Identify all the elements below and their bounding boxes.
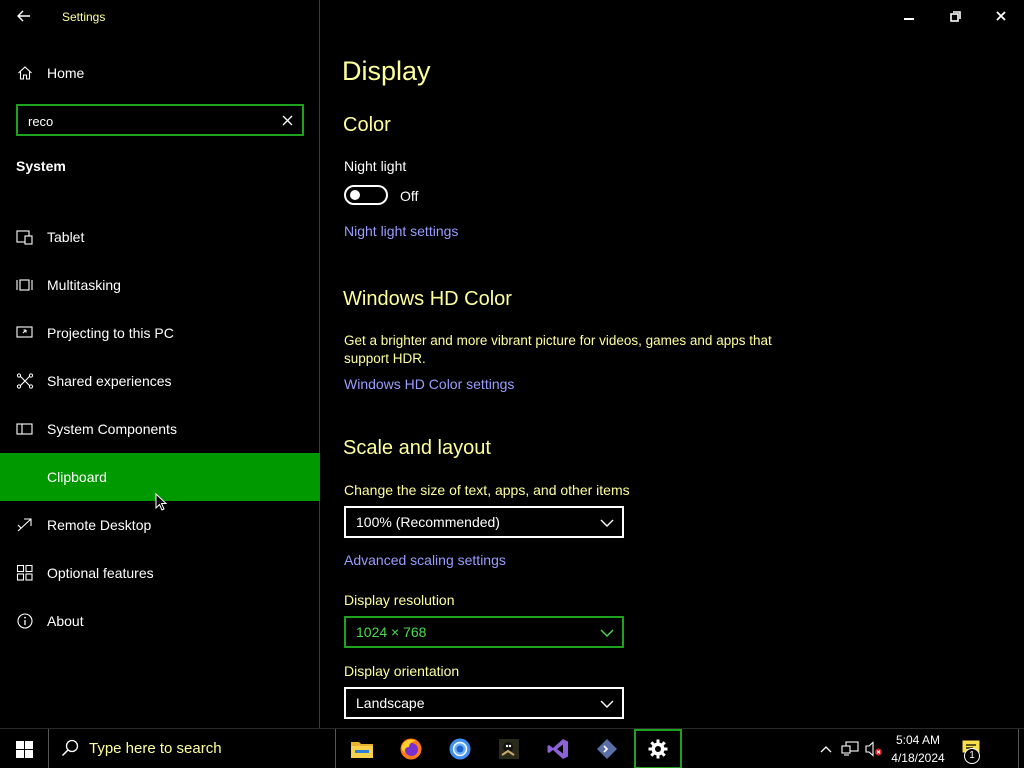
taskbar-app-chrome[interactable] [436, 729, 484, 768]
tablet-icon [16, 228, 34, 246]
scale-size-label: Change the size of text, apps, and other… [344, 482, 630, 498]
network-tray-button[interactable] [838, 729, 862, 768]
taskbar-app-dev-tool[interactable] [583, 729, 631, 768]
sidebar-item-label: Clipboard [47, 469, 107, 485]
color-heading: Color [343, 114, 391, 136]
sidebar-item-multitasking[interactable]: Multitasking [0, 261, 320, 309]
resolution-label: Display resolution [344, 592, 455, 608]
resolution-dropdown[interactable]: 1024 × 768 [344, 616, 624, 648]
taskbar-app-game[interactable] [485, 729, 533, 768]
sidebar-item-optional-features[interactable]: Optional features [0, 549, 320, 597]
sidebar: Settings Home System Tablet Multitasking… [0, 0, 320, 728]
sidebar-item-label: Shared experiences [47, 373, 172, 389]
info-icon [16, 612, 34, 630]
network-icon [841, 741, 859, 756]
search-input[interactable] [28, 111, 268, 131]
shared-experiences-icon [16, 372, 34, 390]
sidebar-item-projecting[interactable]: Projecting to this PC [0, 309, 320, 357]
hd-color-description-line1: Get a brighter and more vibrant picture … [344, 333, 772, 348]
hd-color-description-line2: support HDR. [344, 351, 426, 366]
projecting-icon [16, 324, 34, 342]
taskbar: Type here to search 5:04 AM 4/18/2024 1 [0, 728, 1024, 768]
night-light-state: Off [400, 188, 419, 204]
app-title: Settings [62, 10, 106, 24]
hd-color-heading: Windows HD Color [343, 288, 512, 310]
clear-search-button[interactable] [278, 111, 296, 129]
orientation-dropdown[interactable]: Landscape [344, 687, 624, 719]
sidebar-item-label: Optional features [47, 565, 154, 581]
chrome-icon [449, 738, 471, 760]
home-icon [16, 64, 34, 82]
chevron-down-icon [600, 700, 614, 708]
taskbar-clock[interactable]: 5:04 AM 4/18/2024 [888, 732, 948, 767]
scale-dropdown[interactable]: 100% (Recommended) [344, 506, 624, 538]
file-explorer-icon [351, 742, 373, 758]
night-light-settings-link[interactable]: Night light settings [344, 223, 458, 239]
sidebar-item-label: Remote Desktop [47, 517, 152, 533]
sidebar-item-label: Multitasking [47, 277, 121, 293]
show-hidden-icons-button[interactable] [815, 729, 837, 768]
notification-count-badge: 1 [964, 748, 980, 764]
taskbar-search-placeholder: Type here to search [89, 740, 222, 757]
mouse-cursor-icon [155, 493, 167, 511]
orientation-dropdown-value: Landscape [356, 695, 425, 711]
sidebar-item-tablet[interactable]: Tablet [0, 213, 320, 261]
sidebar-item-about[interactable]: About [0, 597, 320, 645]
section-label: System [16, 158, 66, 174]
settings-gear-icon [648, 739, 668, 759]
game-app-icon [499, 739, 519, 759]
scale-heading: Scale and layout [343, 437, 491, 459]
volume-tray-button[interactable] [862, 729, 886, 768]
sidebar-item-label: Projecting to this PC [47, 325, 174, 341]
show-desktop-button[interactable] [1018, 729, 1024, 768]
page-title: Display [342, 56, 431, 86]
multitasking-icon [16, 276, 34, 294]
chevron-down-icon [600, 629, 614, 637]
clock-date: 4/18/2024 [891, 751, 945, 765]
main-content: Display Color Night light Off Night ligh… [321, 0, 1024, 728]
windows-logo-icon [15, 740, 33, 758]
back-arrow-icon [17, 10, 30, 22]
search-icon [61, 739, 79, 757]
toggle-knob [350, 190, 360, 200]
sidebar-item-system-components[interactable]: System Components [0, 405, 320, 453]
back-button[interactable] [8, 2, 40, 30]
taskbar-app-visual-studio[interactable] [534, 729, 582, 768]
scale-dropdown-value: 100% (Recommended) [356, 514, 500, 530]
start-button[interactable] [0, 729, 48, 768]
sidebar-item-label: Home [47, 65, 85, 81]
sidebar-item-label: Tablet [47, 229, 85, 245]
taskbar-app-file-explorer[interactable] [338, 729, 386, 768]
remote-desktop-icon [16, 516, 34, 534]
sidebar-item-label: System Components [47, 421, 177, 437]
chevron-up-icon [820, 746, 832, 753]
sidebar-item-shared-experiences[interactable]: Shared experiences [0, 357, 320, 405]
clock-time: 5:04 AM [895, 733, 941, 747]
night-light-label: Night light [344, 158, 407, 174]
system-components-icon [16, 420, 34, 438]
hd-color-settings-link[interactable]: Windows HD Color settings [344, 376, 514, 392]
search-box[interactable] [16, 104, 304, 136]
taskbar-app-settings[interactable] [634, 729, 682, 768]
night-light-toggle[interactable] [344, 185, 388, 205]
close-icon [282, 115, 292, 125]
sidebar-item-label: About [47, 613, 84, 629]
dev-tool-icon [597, 739, 617, 759]
sidebar-item-home[interactable]: Home [0, 49, 320, 97]
advanced-scaling-link[interactable]: Advanced scaling settings [344, 552, 506, 568]
orientation-label: Display orientation [344, 663, 460, 679]
taskbar-app-firefox[interactable] [387, 729, 435, 768]
optional-features-icon [16, 564, 34, 582]
visual-studio-icon [547, 739, 568, 759]
firefox-icon [400, 738, 422, 760]
chevron-down-icon [600, 519, 614, 527]
resolution-dropdown-value: 1024 × 768 [356, 624, 427, 640]
volume-muted-icon [865, 741, 882, 757]
taskbar-search-box[interactable]: Type here to search [48, 729, 336, 768]
